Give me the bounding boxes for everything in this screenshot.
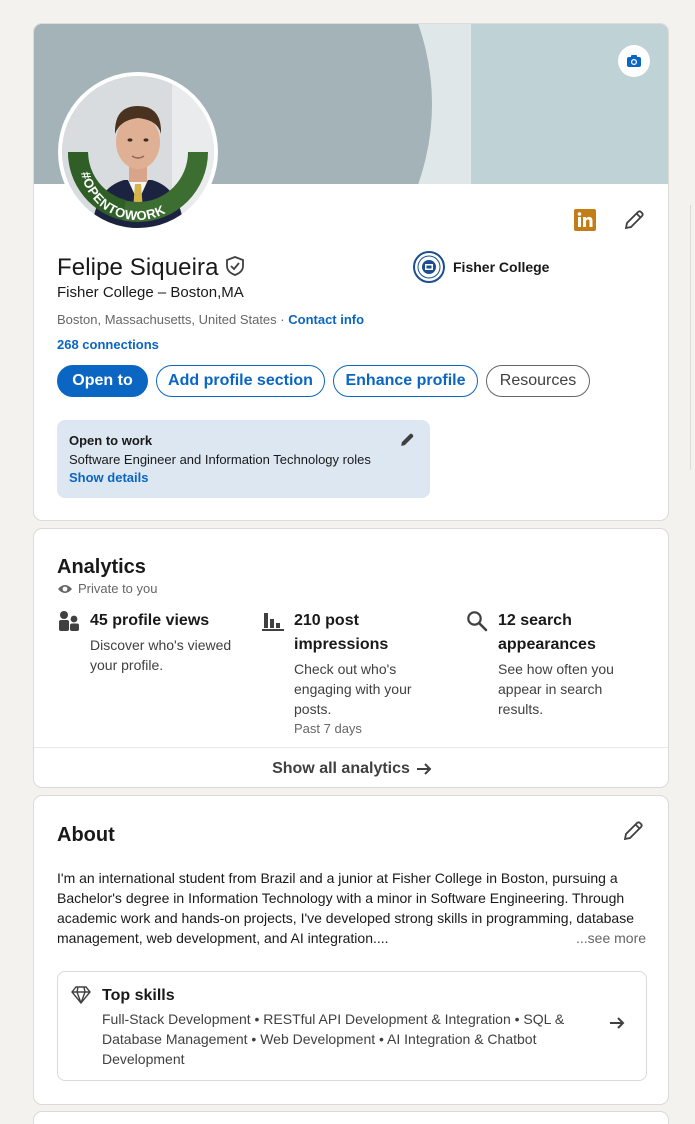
enhance-profile-button[interactable]: Enhance profile xyxy=(333,365,478,397)
metric-description: Check out who's engaging with your posts… xyxy=(294,661,412,717)
metric-post-impressions[interactable]: 210 post impressions Check out who's eng… xyxy=(262,609,444,736)
profile-location-line: Boston, Massachusetts, United States · C… xyxy=(57,312,364,327)
open-to-work-title: Open to work xyxy=(69,433,153,448)
metric-headline: 12 search appearances xyxy=(498,612,596,653)
metric-profile-views[interactable]: 45 profile views Discover who's viewed y… xyxy=(58,609,240,675)
contact-info-link[interactable]: Contact info xyxy=(288,312,364,327)
top-skills-box[interactable]: Top skills Full-Stack Development • REST… xyxy=(57,971,647,1081)
analytics-visibility: Private to you xyxy=(57,581,158,596)
school-link[interactable]: Fisher College xyxy=(413,251,549,283)
school-name: Fisher College xyxy=(453,259,550,275)
add-profile-section-button[interactable]: Add profile section xyxy=(156,365,325,397)
open-to-work-box: Open to work Software Engineer and Infor… xyxy=(57,420,430,498)
edit-intro-pencil-icon[interactable] xyxy=(622,208,646,232)
profile-actions: Open to Add profile section Enhance prof… xyxy=(57,365,590,397)
profile-photo: #OPENTOWORK xyxy=(62,76,214,228)
next-section-card xyxy=(33,1111,669,1124)
metric-description: See how often you appear in search resul… xyxy=(498,661,614,717)
connections-link[interactable]: 268 connections xyxy=(57,337,159,352)
profile-card: #OPENTOWORK Felipe Siqueira Fisher Colle… xyxy=(33,23,669,521)
linkedin-badge-icon[interactable] xyxy=(573,208,597,232)
about-card: About I'm an international student from … xyxy=(33,795,669,1105)
bar-chart-icon xyxy=(262,610,284,632)
about-see-more-link[interactable]: ...see more xyxy=(576,928,647,948)
location-separator: · xyxy=(276,312,289,327)
analytics-title: Analytics xyxy=(57,556,146,578)
top-skills-list: Full-Stack Development • RESTful API Dev… xyxy=(102,1011,565,1067)
right-rail-edge xyxy=(690,205,691,470)
metric-footnote: Past 7 days xyxy=(294,721,362,736)
edit-about-pencil-icon[interactable] xyxy=(622,820,644,847)
about-title: About xyxy=(57,824,115,846)
profile-name: Felipe Siqueira xyxy=(57,254,219,281)
edit-banner-camera-icon[interactable] xyxy=(618,45,650,77)
resources-button[interactable]: Resources xyxy=(486,365,590,397)
open-to-work-show-details-link[interactable]: Show details xyxy=(69,470,418,485)
profile-avatar[interactable]: #OPENTOWORK xyxy=(58,72,218,232)
top-skills-title: Top skills xyxy=(102,987,175,1004)
analytics-card: Analytics Private to you 45 profile view… xyxy=(33,528,669,788)
metric-headline: 210 post impressions xyxy=(294,612,389,653)
arrow-right-icon[interactable] xyxy=(609,1016,625,1035)
metric-search-appearances[interactable]: 12 search appearances See how often you … xyxy=(466,609,648,719)
analytics-visibility-text: Private to you xyxy=(78,581,158,596)
open-to-button[interactable]: Open to xyxy=(57,365,148,397)
school-logo-icon xyxy=(413,251,445,283)
eye-icon xyxy=(58,584,72,593)
profile-headline: Fisher College – Boston,MA xyxy=(57,284,244,301)
open-to-work-roles: Software Engineer and Information Techno… xyxy=(69,452,371,467)
edit-open-to-work-pencil-icon[interactable] xyxy=(399,432,415,453)
name-row: Felipe Siqueira xyxy=(57,254,245,282)
metric-description: Discover who's viewed your profile. xyxy=(90,637,232,673)
about-text: I'm an international student from Brazil… xyxy=(57,870,634,946)
show-all-analytics-button[interactable]: Show all analytics xyxy=(34,747,668,787)
arrow-right-icon xyxy=(416,762,432,775)
metric-headline: 45 profile views xyxy=(90,612,210,629)
search-icon xyxy=(466,610,488,632)
diamond-icon xyxy=(71,986,91,1009)
people-icon xyxy=(58,610,80,632)
show-all-analytics-label: Show all analytics xyxy=(272,759,410,777)
verified-shield-icon[interactable] xyxy=(225,255,245,281)
profile-location: Boston, Massachusetts, United States xyxy=(57,312,277,327)
